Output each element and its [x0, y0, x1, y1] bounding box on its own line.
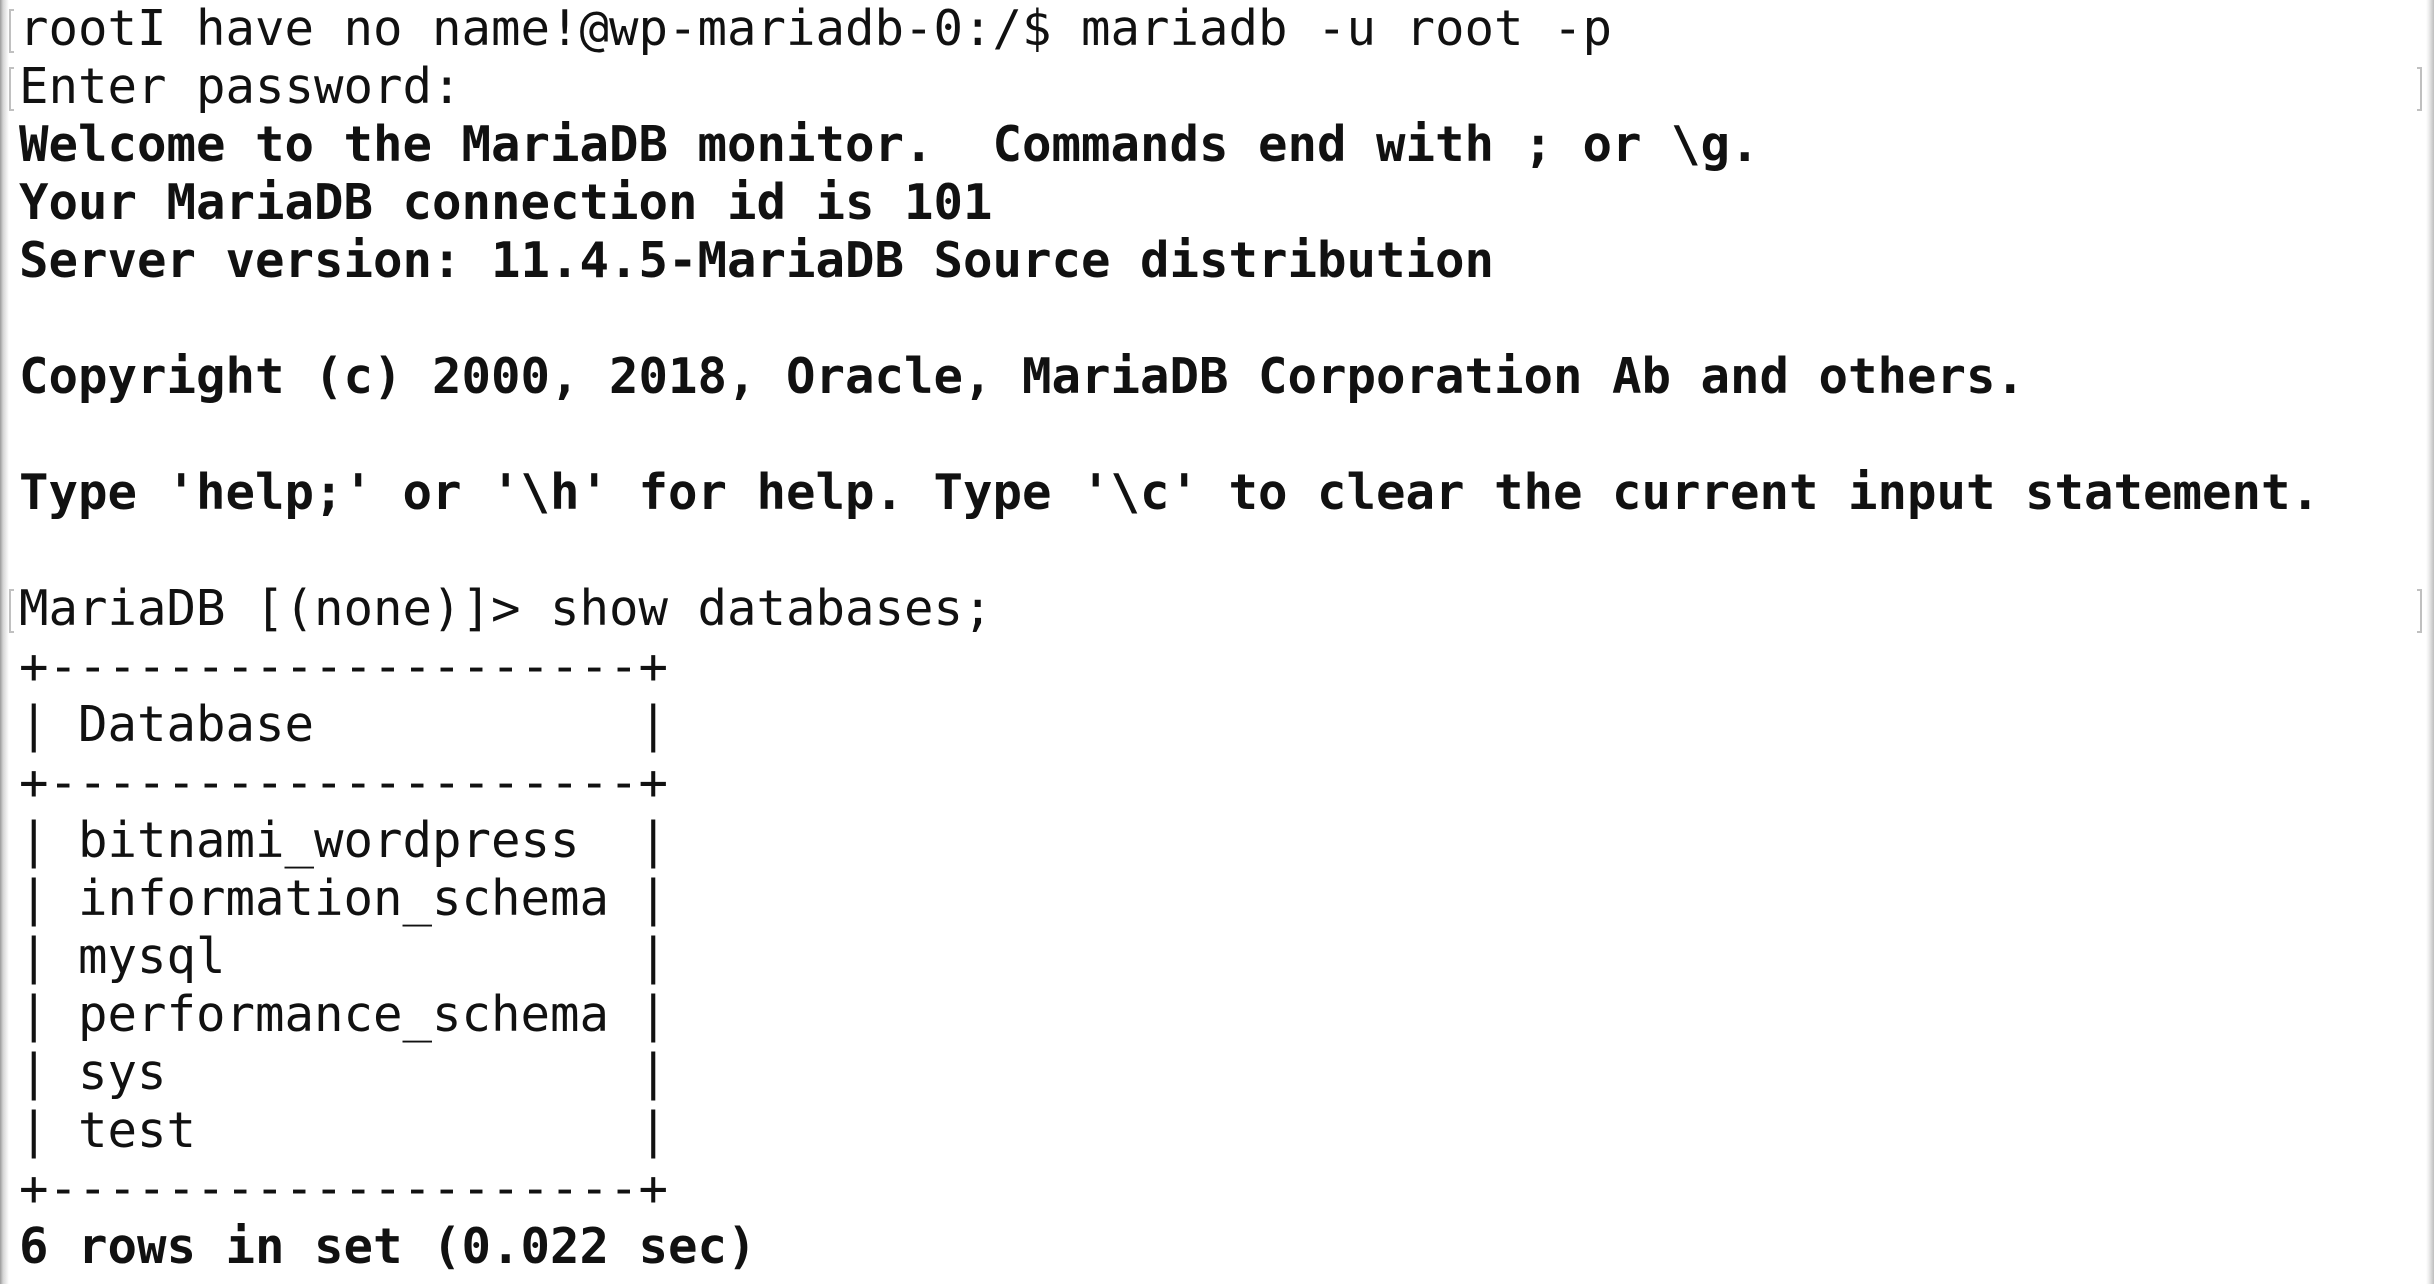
result-table-row: | information_schema |: [19, 870, 669, 927]
result-table-row: | bitnami_wordpress |: [19, 812, 669, 869]
prompt-marker-left: [9, 9, 14, 53]
result-table-border-bottom: +--------------------+: [19, 1160, 669, 1217]
terminal-line-connection-id: Your MariaDB connection id is 101: [19, 174, 993, 231]
result-table-border-top: +--------------------+: [19, 638, 669, 695]
result-table-row: | mysql |: [19, 928, 669, 985]
prompt-marker-right: [2417, 589, 2422, 633]
result-table-row: | sys |: [19, 1044, 669, 1101]
prompt-marker-left: [9, 589, 14, 633]
terminal-line-password-prompt: Enter password:: [19, 58, 462, 115]
window-left-edge: [0, 0, 9, 1284]
prompt-marker-right: [2417, 67, 2422, 111]
result-table-header: | Database |: [19, 696, 669, 753]
terminal-line-copyright: Copyright (c) 2000, 2018, Oracle, MariaD…: [19, 348, 2026, 405]
terminal-line-help-hint: Type 'help;' or '\h' for help. Type '\c'…: [19, 464, 2321, 521]
result-table-border-mid: +--------------------+: [19, 754, 669, 811]
terminal-line-sql-prompt: MariaDB [(none)]> show databases;: [19, 580, 993, 637]
terminal-line-shell-command: rootI have no name!@wp-mariadb-0:/$ mari…: [19, 0, 1613, 57]
terminal-line-welcome: Welcome to the MariaDB monitor. Commands…: [19, 116, 1760, 173]
prompt-marker-left: [9, 67, 14, 111]
terminal-output[interactable]: rootI have no name!@wp-mariadb-0:/$ mari…: [19, 0, 2414, 1284]
result-table-row: | test |: [19, 1102, 669, 1159]
window-right-edge: [2426, 0, 2434, 1284]
result-table-row: | performance_schema |: [19, 986, 669, 1043]
terminal-line-server-version: Server version: 11.4.5-MariaDB Source di…: [19, 232, 1495, 289]
terminal-line-row-count: 6 rows in set (0.022 sec): [19, 1218, 757, 1275]
